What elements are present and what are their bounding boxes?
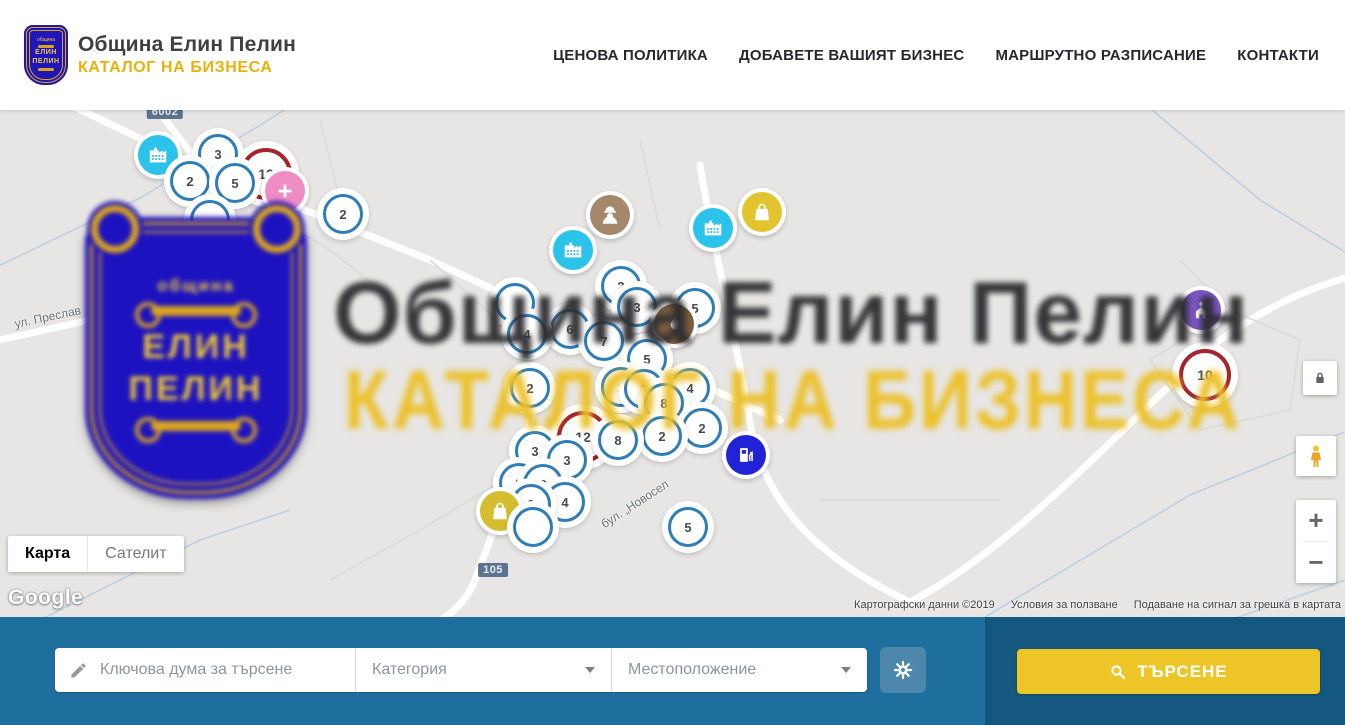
cluster-marker[interactable] <box>190 200 230 240</box>
attribution-link[interactable]: Условия за ползване <box>1011 599 1118 611</box>
emblem-ornament <box>38 68 54 71</box>
search-button-label: ТЪРСЕНЕ <box>1137 662 1227 682</box>
search-bar: Категория Местоположение <box>0 617 1345 725</box>
chevron-down-icon <box>841 667 851 673</box>
category-pin-bag[interactable] <box>742 192 782 232</box>
cluster-marker[interactable]: 3 <box>617 287 657 327</box>
lock-button[interactable] <box>1303 361 1337 395</box>
site-subtitle: КАТАЛОГ НА БИЗНЕСА <box>78 59 296 77</box>
nav-item-0[interactable]: ЦЕНОВА ПОЛИТИКА <box>553 47 708 64</box>
map-attribution: Картографски данни ©2019 Условия за ползв… <box>854 599 1341 611</box>
factory-icon <box>138 135 178 175</box>
map-type-map-button[interactable]: Карта <box>8 536 87 572</box>
emblem-name-line2: ПЕЛИН <box>32 58 59 67</box>
zoom-control: + − <box>1296 500 1336 583</box>
attribution-link[interactable]: Подаване на сигнал за грешка в картата <box>1134 599 1341 611</box>
emblem-name-line1: ЕЛИН <box>35 49 57 58</box>
gear-icon <box>892 659 914 681</box>
cluster-marker[interactable]: 5 <box>668 507 708 547</box>
main-nav: ЦЕНОВА ПОЛИТИКА ДОБАВЕТЕ ВАШИЯТ БИЗНЕС МАР… <box>553 47 1319 64</box>
category-pin-factory[interactable] <box>553 230 593 270</box>
map-canvas[interactable]: община ЕЛИН ПЕЛИН Община Елин Пелин КАТА… <box>0 110 1345 617</box>
nav-item-3[interactable]: КОНТАКТИ <box>1237 47 1319 64</box>
emblem-ornament <box>38 45 54 48</box>
search-icon <box>1109 663 1127 681</box>
zoom-out-button[interactable]: − <box>1296 542 1336 583</box>
zoom-in-button[interactable]: + <box>1296 500 1336 541</box>
fuel-icon <box>726 435 766 475</box>
category-pin-factory[interactable] <box>138 135 178 175</box>
search-fields: Категория Местоположение <box>55 648 867 692</box>
advanced-settings-button[interactable] <box>880 647 926 693</box>
attribution-text: Картографски данни ©2019 <box>854 599 995 611</box>
keyword-input[interactable] <box>98 660 332 680</box>
map-type-satellite-button[interactable]: Сателит <box>87 536 183 572</box>
site-title: Община Елин Пелин <box>78 33 296 57</box>
street-view-pegman[interactable] <box>1296 436 1336 476</box>
nav-item-2[interactable]: МАРШРУТНО РАЗПИСАНИЕ <box>995 47 1206 64</box>
cluster-marker[interactable]: 8 <box>598 420 638 460</box>
search-button[interactable]: ТЪРСЕНЕ <box>1017 649 1320 694</box>
cluster-marker[interactable]: 4 <box>507 314 547 354</box>
pegman-icon <box>1304 444 1328 468</box>
category-select[interactable]: Категория <box>355 648 611 692</box>
emblem-top-text: община <box>37 37 55 43</box>
cluster-marker[interactable]: 4 <box>545 482 585 522</box>
cluster-marker[interactable]: 2 <box>170 161 210 201</box>
pencil-icon <box>69 661 88 680</box>
google-logo[interactable]: Google <box>8 586 83 610</box>
site-logo[interactable]: община ЕЛИН ПЕЛИН Община Елин Пелин КАТА… <box>24 25 296 85</box>
map-type-control: Карта Сателит <box>8 536 184 572</box>
cluster-marker[interactable]: 5 <box>215 163 255 203</box>
worker-icon <box>590 195 630 235</box>
factory-icon <box>693 208 733 248</box>
cluster-marker[interactable]: 7 <box>584 321 624 361</box>
road-shield-label: 6002 <box>147 110 183 119</box>
category-pin-worker[interactable] <box>590 195 630 235</box>
flame-icon <box>654 304 694 344</box>
municipality-emblem-icon: община ЕЛИН ПЕЛИН <box>24 25 68 85</box>
category-pin-factory[interactable] <box>693 208 733 248</box>
chevron-down-icon <box>585 667 595 673</box>
cluster-marker[interactable]: 2 <box>510 368 550 408</box>
category-select-value: Категория <box>372 661 585 679</box>
factory-icon <box>553 230 593 270</box>
category-pin-church[interactable] <box>1181 290 1221 330</box>
road-shield-label: 105 <box>478 563 508 577</box>
cluster-marker[interactable] <box>513 507 553 547</box>
header: община ЕЛИН ПЕЛИН Община Елин Пелин КАТА… <box>0 0 1345 110</box>
plus-icon <box>265 171 305 211</box>
category-pin-fuel[interactable] <box>726 435 766 475</box>
cluster-marker[interactable]: 2 <box>682 408 722 448</box>
bag-icon <box>742 192 782 232</box>
cluster-marker[interactable]: 2 <box>642 416 682 456</box>
keyword-field <box>55 648 355 692</box>
lock-icon <box>1312 370 1328 386</box>
category-pin-plus[interactable] <box>265 171 305 211</box>
cluster-marker[interactable]: 2 <box>323 194 363 234</box>
category-pin-flame[interactable] <box>654 304 694 344</box>
location-select-value: Местоположение <box>628 661 841 679</box>
nav-item-1[interactable]: ДОБАВЕТЕ ВАШИЯТ БИЗНЕС <box>739 47 964 64</box>
location-select[interactable]: Местоположение <box>611 648 867 692</box>
cluster-marker[interactable]: 10 <box>1179 349 1231 401</box>
church-icon <box>1181 290 1221 330</box>
